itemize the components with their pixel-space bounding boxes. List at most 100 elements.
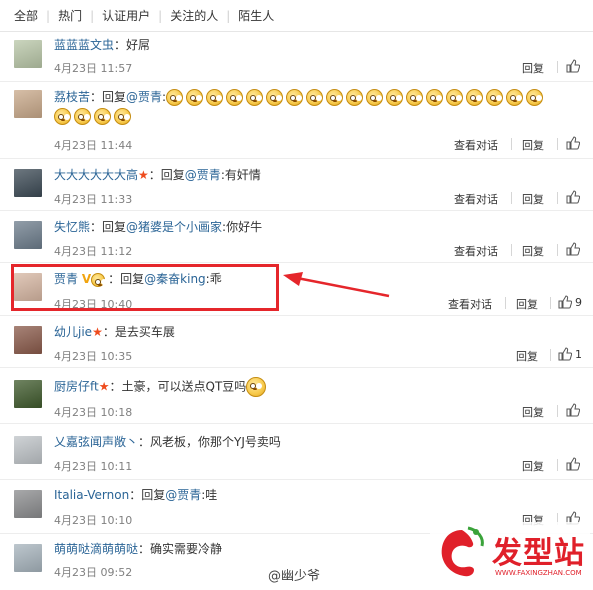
thumbs-up-icon[interactable] xyxy=(558,295,572,309)
tab-divider: | xyxy=(90,8,95,23)
emoji-icon xyxy=(54,108,71,125)
comment-text: 失忆熊：回复@猪婆是个小画家:你好牛 xyxy=(54,218,563,237)
comment-body: ：回复 xyxy=(90,90,127,104)
comment-item: 幼儿jie★：是去买车展 4月23日 10:35 回复 1 xyxy=(0,316,593,368)
comment-item: 蓝蓝蓝文虫：好屌 4月23日 11:57 回复 xyxy=(0,32,593,82)
tab-all[interactable]: 全部 xyxy=(14,7,38,24)
username-link[interactable]: 失忆熊 xyxy=(54,220,90,234)
divider xyxy=(557,405,558,417)
star-badge-icon: ★ xyxy=(98,379,110,394)
reply-button[interactable]: 回复 xyxy=(516,296,538,312)
weibo-watermark: @幽少爷 xyxy=(268,569,321,584)
comment-text: 荔枝苦：回复@贾青: xyxy=(54,88,563,126)
divider xyxy=(511,138,512,150)
mention-link[interactable]: @贾青 xyxy=(126,90,162,104)
avatar[interactable] xyxy=(14,326,42,354)
comment-body: ：回复 xyxy=(90,220,127,234)
brand-name: 发型站 xyxy=(492,536,585,571)
comment-body: ：好屌 xyxy=(114,38,151,52)
timestamp: 4月23日 11:57 xyxy=(54,62,133,75)
username-link[interactable]: 乂嘉弦闻声敞丶 xyxy=(54,435,138,449)
reply-button[interactable]: 回复 xyxy=(516,348,538,364)
divider xyxy=(557,138,558,150)
emoji-icon xyxy=(486,89,504,106)
tab-hot[interactable]: 热门 xyxy=(58,7,82,24)
thumbs-up-icon[interactable] xyxy=(558,347,572,361)
reply-button[interactable]: 回复 xyxy=(522,191,544,207)
thumbs-up-icon[interactable] xyxy=(566,242,580,256)
username-link[interactable]: 蓝蓝蓝文虫 xyxy=(54,38,114,52)
emoji-icon xyxy=(506,89,524,106)
tab-divider: | xyxy=(158,8,163,23)
comment-body: ：是去买车展 xyxy=(102,325,175,339)
brand-logo: 发型站 WWW.FAXINGZHAN.COM xyxy=(430,522,590,586)
emoji-icon xyxy=(246,89,264,106)
hair-logo-icon xyxy=(441,526,484,577)
comment-text: 幼儿jie★：是去买车展 xyxy=(54,323,563,342)
username-link[interactable]: 大大大大大大高 xyxy=(54,168,138,182)
comment-body: ：回复 xyxy=(129,488,166,502)
reply-button[interactable]: 回复 xyxy=(522,404,544,420)
comment-item: 大大大大大大高★：回复@贾青:有奸情 4月23日 11:33 查看对话 回复 xyxy=(0,159,593,211)
divider xyxy=(557,459,558,471)
timestamp: 4月23日 10:18 xyxy=(54,406,133,419)
star-badge-icon: ★ xyxy=(138,168,149,182)
emoji-icon xyxy=(346,89,364,106)
timestamp: 4月23日 11:12 xyxy=(54,245,133,258)
comment-item: 乂嘉弦闻声敞丶：风老板，你那个YJ号卖吗 4月23日 10:11 回复 xyxy=(0,424,593,480)
emoji-icon xyxy=(246,377,267,397)
avatar[interactable] xyxy=(14,90,42,118)
emoji-icon xyxy=(406,89,424,106)
avatar[interactable] xyxy=(14,169,42,197)
comment-body: ：确实需要冷静 xyxy=(138,542,223,556)
divider xyxy=(557,244,558,256)
view-conversation-button[interactable]: 查看对话 xyxy=(454,243,498,259)
username-link[interactable]: Italia-Vernon xyxy=(54,488,129,502)
reply-button[interactable]: 回复 xyxy=(522,137,544,153)
emoji-icon xyxy=(94,108,111,125)
comment-body-suffix: :有奸情 xyxy=(220,168,261,182)
view-conversation-button[interactable]: 查看对话 xyxy=(448,296,492,312)
username-link[interactable]: 荔枝苦 xyxy=(54,90,90,104)
thumbs-up-icon[interactable] xyxy=(566,403,580,417)
comment-text: 乂嘉弦闻声敞丶：风老板，你那个YJ号卖吗 xyxy=(54,433,563,452)
comment-body-suffix: :哇 xyxy=(201,488,218,502)
comment-text: 蓝蓝蓝文虫：好屌 xyxy=(54,36,563,55)
reply-button[interactable]: 回复 xyxy=(522,458,544,474)
mention-link[interactable]: @贾青 xyxy=(165,488,201,502)
thumbs-up-icon[interactable] xyxy=(566,136,580,150)
emoji-icon xyxy=(306,89,324,106)
comment-text: 大大大大大大高★：回复@贾青:有奸情 xyxy=(54,166,563,185)
avatar[interactable] xyxy=(14,40,42,68)
view-conversation-button[interactable]: 查看对话 xyxy=(454,137,498,153)
avatar[interactable] xyxy=(14,221,42,249)
mention-link[interactable]: @贾青 xyxy=(185,168,221,182)
username-link[interactable]: 萌萌哒滴萌萌哒 xyxy=(54,542,138,556)
tab-strangers[interactable]: 陌生人 xyxy=(238,7,274,24)
tab-following[interactable]: 关注的人 xyxy=(170,7,218,24)
divider xyxy=(511,244,512,256)
reply-button[interactable]: 回复 xyxy=(522,60,544,76)
comment-item: 荔枝苦：回复@贾青: 4月23日 11:44 查看对话 回复 xyxy=(0,82,593,159)
comment-item: 厨房仔ft★：土豪，可以送点QT豆吗 4月23日 10:18 回复 xyxy=(0,368,593,424)
comment-body: ：回复 xyxy=(148,168,185,182)
tab-divider: | xyxy=(46,8,51,23)
mention-link[interactable]: @猪婆是个小画家 xyxy=(126,220,222,234)
thumbs-up-icon[interactable] xyxy=(566,59,580,73)
timestamp: 4月23日 09:52 xyxy=(54,566,133,579)
reply-button[interactable]: 回复 xyxy=(522,243,544,259)
view-conversation-button[interactable]: 查看对话 xyxy=(454,191,498,207)
avatar[interactable] xyxy=(14,436,42,464)
divider xyxy=(550,349,551,361)
emoji-icon xyxy=(226,89,244,106)
avatar[interactable] xyxy=(14,380,42,408)
thumbs-up-icon[interactable] xyxy=(566,190,580,204)
emoji-icon xyxy=(186,89,204,106)
username-link[interactable]: 厨房仔ft xyxy=(54,380,99,394)
tab-verified[interactable]: 认证用户 xyxy=(102,7,150,24)
avatar[interactable] xyxy=(14,544,42,572)
username-link[interactable]: 幼儿jie xyxy=(54,325,92,339)
timestamp: 4月23日 10:10 xyxy=(54,514,133,527)
thumbs-up-icon[interactable] xyxy=(566,457,580,471)
avatar[interactable] xyxy=(14,490,42,518)
